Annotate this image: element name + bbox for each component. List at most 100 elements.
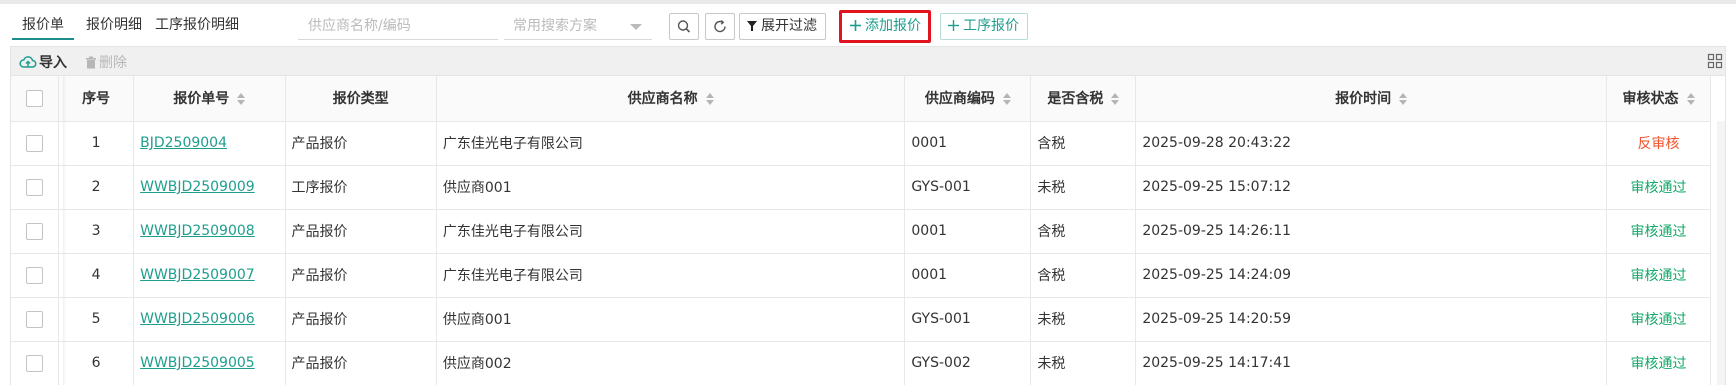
cell-quote-no: WWBJD2509009 [133, 165, 286, 210]
row-select-cell [11, 121, 59, 166]
process-quote-button[interactable]: 工序报价 [940, 13, 1028, 40]
cell-tax: 未税 [1030, 341, 1137, 385]
plus-icon [850, 20, 861, 31]
expand-filter-button[interactable]: 展开过滤 [739, 13, 826, 40]
cell-seq: 4 [58, 253, 135, 298]
plus-icon [948, 20, 959, 31]
table-row[interactable]: 2 WWBJD2509009 工序报价 供应商001 GYS-001 未税 20… [11, 165, 1711, 210]
tab-quote-detail[interactable]: 报价明细 [86, 14, 142, 40]
cell-supplier-name: 广东佳光电子有限公司 [436, 121, 906, 166]
refresh-button[interactable] [705, 13, 735, 40]
table-row[interactable]: 4 WWBJD2509007 产品报价 广东佳光电子有限公司 0001 含税 2… [11, 253, 1711, 298]
cell-seq: 1 [58, 121, 135, 166]
expand-filter-label: 展开过滤 [761, 18, 817, 34]
cell-quote-type: 产品报价 [285, 253, 437, 298]
row-select-cell [11, 297, 59, 342]
search-scheme-select[interactable]: 常用搜索方案 [504, 12, 652, 40]
cell-supplier-name: 供应商001 [436, 165, 906, 210]
search-button[interactable] [669, 13, 699, 40]
column-header-quote-time[interactable]: 报价时间 [1135, 76, 1608, 122]
cell-status: 审核通过 [1606, 165, 1711, 210]
search-scheme-placeholder: 常用搜索方案 [513, 18, 597, 34]
cell-seq: 3 [58, 209, 135, 254]
column-header-quote-no[interactable]: 报价单号 [133, 76, 286, 122]
row-checkbox[interactable] [26, 178, 43, 196]
filter-icon [747, 21, 757, 31]
cell-supplier-code: 0001 [904, 209, 1032, 254]
cell-quote-time: 2025-09-25 14:17:41 [1135, 341, 1608, 385]
quote-no-link[interactable]: WWBJD2509007 [140, 267, 255, 283]
cell-tax: 含税 [1030, 253, 1137, 298]
column-header-seq: 序号 [58, 76, 135, 122]
row-select-cell [11, 253, 59, 298]
cell-quote-no: BJD2509004 [133, 121, 286, 166]
quote-no-link[interactable]: WWBJD2509006 [140, 311, 255, 327]
cell-quote-no: WWBJD2509007 [133, 253, 286, 298]
quote-no-link[interactable]: WWBJD2509008 [140, 223, 255, 239]
select-all-cell [11, 76, 59, 122]
sort-icon[interactable] [1002, 93, 1011, 106]
cell-seq: 5 [58, 297, 135, 342]
chevron-down-icon [630, 24, 642, 30]
column-header-status-label: 审核状态 [1622, 91, 1679, 108]
cell-supplier-name: 广东佳光电子有限公司 [436, 209, 906, 254]
row-checkbox[interactable] [26, 266, 43, 284]
row-checkbox[interactable] [26, 222, 43, 240]
cell-status: 审核通过 [1606, 341, 1711, 385]
column-header-status[interactable]: 审核状态 [1606, 76, 1711, 122]
fixed-column-shadow [63, 76, 66, 385]
quote-no-link[interactable]: BJD2509004 [140, 135, 227, 151]
row-select-cell [11, 341, 59, 385]
cell-tax: 未税 [1030, 165, 1137, 210]
add-quote-button[interactable]: 添加报价 [839, 10, 931, 43]
column-header-tax-label: 是否含税 [1047, 91, 1104, 108]
search-input[interactable] [298, 12, 498, 40]
cell-status: 反审核 [1606, 121, 1711, 166]
search-icon [677, 20, 691, 33]
cell-supplier-name: 供应商002 [436, 341, 906, 385]
refresh-icon [714, 19, 726, 33]
row-checkbox[interactable] [26, 134, 43, 152]
select-all-checkbox[interactable] [26, 89, 43, 107]
import-label: 导入 [39, 55, 67, 71]
row-checkbox[interactable] [26, 354, 43, 372]
cell-quote-type: 产品报价 [285, 121, 437, 166]
sort-icon[interactable] [1686, 93, 1695, 106]
quote-no-link[interactable]: WWBJD2509005 [140, 355, 255, 371]
action-bar: 导入 删除 [10, 46, 1726, 76]
column-header-quote-time-label: 报价时间 [1335, 91, 1392, 108]
sort-icon[interactable] [705, 93, 714, 106]
cell-supplier-name: 广东佳光电子有限公司 [436, 253, 906, 298]
vertical-scrollbar[interactable] [1717, 121, 1725, 385]
tab-process-quote-detail[interactable]: 工序报价明细 [155, 14, 239, 40]
cell-supplier-code: GYS-001 [904, 297, 1032, 342]
table-row[interactable]: 6 WWBJD2509005 产品报价 供应商002 GYS-002 未税 20… [11, 341, 1711, 385]
cell-quote-type: 产品报价 [285, 341, 437, 385]
toolbar: 报价单 报价明细 工序报价明细 常用搜索方案 展开过滤 添加报价 工序报价 [0, 4, 1736, 44]
table-row[interactable]: 3 WWBJD2509008 产品报价 广东佳光电子有限公司 0001 含税 2… [11, 209, 1711, 254]
row-checkbox[interactable] [26, 310, 43, 328]
column-header-tax[interactable]: 是否含税 [1030, 76, 1137, 122]
table-row[interactable]: 1 BJD2509004 产品报价 广东佳光电子有限公司 0001 含税 202… [11, 121, 1711, 166]
row-select-cell [11, 209, 59, 254]
sort-icon[interactable] [1399, 93, 1408, 106]
table-header-row: 序号 报价单号 报价类型 供应商名称 供应商编码 是否含税 报价时间 审核状态 [11, 76, 1711, 122]
cell-status: 审核通过 [1606, 297, 1711, 342]
column-header-supplier-code[interactable]: 供应商编码 [904, 76, 1032, 122]
cell-quote-type: 工序报价 [285, 165, 437, 210]
import-button[interactable]: 导入 [19, 52, 67, 72]
sort-icon[interactable] [1111, 93, 1120, 106]
cell-quote-no: WWBJD2509006 [133, 297, 286, 342]
sort-icon[interactable] [237, 93, 246, 106]
quote-no-link[interactable]: WWBJD2509009 [140, 179, 255, 195]
column-header-supplier-name-label: 供应商名称 [627, 91, 698, 108]
column-settings-icon[interactable] [1707, 53, 1723, 69]
cell-quote-time: 2025-09-25 14:26:11 [1135, 209, 1608, 254]
column-header-supplier-name[interactable]: 供应商名称 [436, 76, 906, 122]
quote-table: 序号 报价单号 报价类型 供应商名称 供应商编码 是否含税 报价时间 审核状态 … [10, 76, 1726, 385]
delete-button[interactable]: 删除 [85, 52, 127, 72]
column-header-quote-no-label: 报价单号 [173, 91, 230, 108]
table-row[interactable]: 5 WWBJD2509006 产品报价 供应商001 GYS-001 未税 20… [11, 297, 1711, 342]
tab-quote-list[interactable]: 报价单 [12, 14, 74, 40]
column-header-quote-type: 报价类型 [285, 76, 437, 122]
